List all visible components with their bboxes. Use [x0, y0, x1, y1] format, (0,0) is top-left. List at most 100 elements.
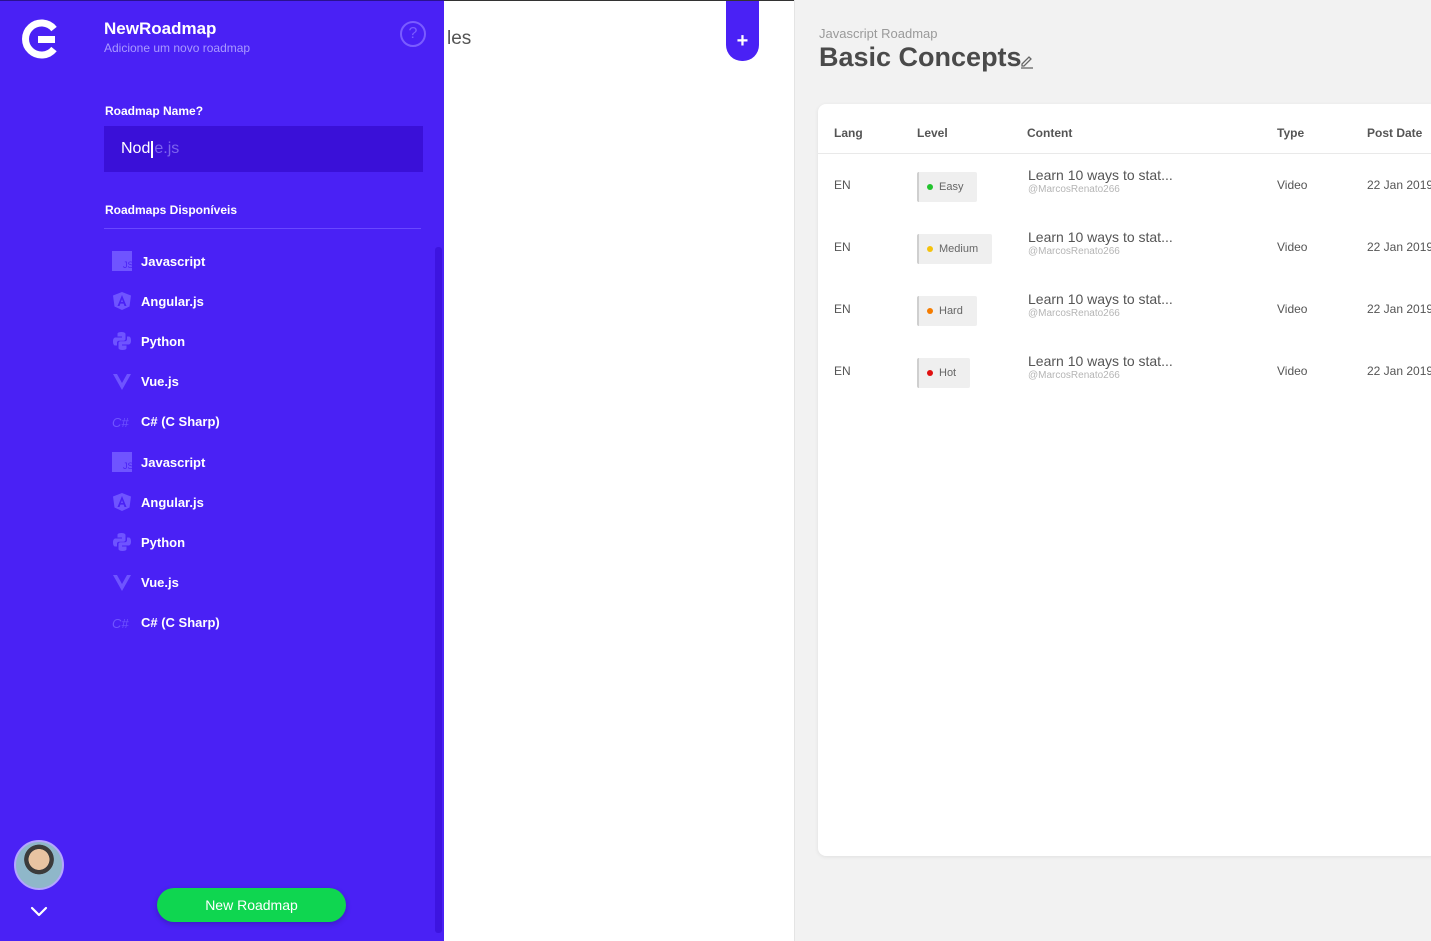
- content-author[interactable]: @MarcosRenato266: [1028, 308, 1120, 319]
- cell-type: Video: [1277, 364, 1308, 378]
- sidebar-item-python[interactable]: Python: [104, 321, 424, 361]
- cell-post-date: 22 Jan 2019: [1367, 178, 1431, 192]
- cell-post-date: 22 Jan 2019: [1367, 364, 1431, 378]
- add-button[interactable]: +: [726, 1, 759, 61]
- level-label: Hot: [939, 367, 957, 379]
- sidebar-item-angular-js[interactable]: Angular.js: [104, 281, 424, 321]
- level-dot: [927, 246, 933, 252]
- cell-lang: EN: [834, 240, 851, 254]
- sidebar-item-c-c-sharp[interactable]: C# C# (C Sharp): [104, 603, 424, 643]
- cell-type: Video: [1277, 240, 1308, 254]
- sidebar-item-label: Vue.js: [141, 374, 179, 390]
- column-header-lang[interactable]: Lang: [834, 126, 863, 140]
- svg-text:JS: JS: [123, 260, 132, 270]
- help-icon[interactable]: ?: [400, 21, 426, 47]
- javascript-icon: JS: [107, 250, 137, 272]
- chevron-down-icon[interactable]: [29, 905, 49, 919]
- column-header-post-date[interactable]: Post Date: [1367, 126, 1422, 140]
- column-header-type[interactable]: Type: [1277, 126, 1304, 140]
- sidebar-item-label: Javascript: [141, 253, 206, 269]
- level-label: Hard: [939, 305, 963, 317]
- sidebar-item-label: Python: [141, 534, 186, 550]
- csharp-icon: C#: [107, 411, 137, 433]
- sidebar-item-label: Python: [141, 333, 186, 349]
- avatar[interactable]: [14, 840, 64, 890]
- main-content: Javascript Roadmap Basic Concepts Lang L…: [794, 0, 1431, 941]
- page-title: Basic Concepts: [819, 42, 1022, 72]
- vue-icon: [107, 572, 137, 594]
- cell-post-date: 22 Jan 2019: [1367, 240, 1431, 254]
- app-title: NewRoadmap: [104, 19, 217, 38]
- table-row[interactable]: EN Medium Learn 10 ways to stat... @MarcosR…: [818, 216, 1431, 278]
- edit-pencil-icon[interactable]: [1019, 53, 1035, 69]
- sidebar-item-label: Angular.js: [141, 293, 204, 309]
- roadmap-list: JS Javascript Angular.js Python Vue.js C# C# (…: [104, 241, 424, 643]
- breadcrumb[interactable]: Javascript Roadmap: [819, 26, 938, 41]
- svg-text:C#: C#: [112, 415, 129, 430]
- sidebar-item-vue-js[interactable]: Vue.js: [104, 563, 424, 603]
- middle-panel: les +: [444, 0, 794, 941]
- cell-type: Video: [1277, 178, 1308, 192]
- python-icon: [107, 531, 137, 553]
- sidebar-item-c-c-sharp[interactable]: C# C# (C Sharp): [104, 402, 424, 442]
- sidebar-item-label: C# (C Sharp): [141, 414, 220, 430]
- table-header: Lang Level Content Type Post Date: [818, 104, 1431, 154]
- python-icon: [107, 330, 137, 352]
- content-title-link[interactable]: Learn 10 ways to stat...: [1028, 229, 1173, 245]
- cell-type: Video: [1277, 302, 1308, 316]
- table-row[interactable]: EN Hot Learn 10 ways to stat... @MarcosRena…: [818, 340, 1431, 402]
- table-row[interactable]: EN Easy Learn 10 ways to stat... @MarcosRen…: [818, 154, 1431, 216]
- level-badge: Hard: [917, 296, 977, 326]
- vue-icon: [107, 371, 137, 393]
- column-header-content[interactable]: Content: [1027, 126, 1072, 140]
- angular-icon: [107, 491, 137, 513]
- cell-lang: EN: [834, 178, 851, 192]
- roadmap-name-label: Roadmap Name?: [105, 104, 204, 118]
- level-label: Medium: [939, 243, 979, 255]
- level-dot: [927, 308, 933, 314]
- input-autocomplete-hint: e.js: [154, 140, 180, 157]
- content-title-link[interactable]: Learn 10 ways to stat...: [1028, 353, 1173, 369]
- sidebar-item-angular-js[interactable]: Angular.js: [104, 482, 424, 522]
- column-header-level[interactable]: Level: [917, 126, 948, 140]
- sidebar-item-vue-js[interactable]: Vue.js: [104, 362, 424, 402]
- javascript-icon: JS: [107, 451, 137, 473]
- svg-text:C#: C#: [112, 616, 129, 631]
- sidebar-item-javascript[interactable]: JS Javascript: [104, 241, 424, 281]
- new-roadmap-button[interactable]: New Roadmap: [157, 888, 346, 922]
- content-author[interactable]: @MarcosRenato266: [1028, 370, 1120, 381]
- sidebar-item-label: Vue.js: [141, 575, 179, 591]
- sidebar-item-label: Angular.js: [141, 494, 204, 510]
- sidebar: NewRoadmap Adicione um novo roadmap ? Ro…: [0, 0, 444, 941]
- logo-icon: [22, 19, 57, 59]
- angular-icon: [107, 290, 137, 312]
- level-dot: [927, 370, 933, 376]
- roadmap-name-input[interactable]: Nod e.js: [104, 126, 423, 172]
- cell-post-date: 22 Jan 2019: [1367, 302, 1431, 316]
- plus-icon: +: [736, 30, 749, 52]
- level-dot: [927, 184, 933, 190]
- level-badge: Hot: [917, 358, 971, 388]
- scrollbar[interactable]: [435, 247, 442, 933]
- svg-text:JS: JS: [123, 461, 132, 471]
- content-author[interactable]: @MarcosRenato266: [1028, 246, 1120, 257]
- sidebar-item-javascript[interactable]: JS Javascript: [104, 442, 424, 482]
- divider: [104, 228, 421, 229]
- content-title-link[interactable]: Learn 10 ways to stat...: [1028, 167, 1173, 183]
- content-title-link[interactable]: Learn 10 ways to stat...: [1028, 291, 1173, 307]
- cell-lang: EN: [834, 302, 851, 316]
- sidebar-item-python[interactable]: Python: [104, 522, 424, 562]
- level-badge: Medium: [917, 234, 993, 264]
- level-badge: Easy: [917, 172, 978, 202]
- sidebar-item-label: C# (C Sharp): [141, 615, 220, 631]
- csharp-icon: C#: [107, 612, 137, 634]
- cell-lang: EN: [834, 364, 851, 378]
- content-table-card: Lang Level Content Type Post Date EN Easy…: [818, 104, 1431, 856]
- table-row[interactable]: EN Hard Learn 10 ways to stat... @MarcosRen…: [818, 278, 1431, 340]
- sidebar-item-label: Javascript: [141, 454, 206, 470]
- input-typed-text: Nod: [121, 140, 151, 157]
- available-roadmaps-label: Roadmaps Disponíveis: [105, 203, 238, 217]
- level-label: Easy: [939, 181, 964, 193]
- partial-heading: les: [447, 28, 472, 49]
- content-author[interactable]: @MarcosRenato266: [1028, 184, 1120, 195]
